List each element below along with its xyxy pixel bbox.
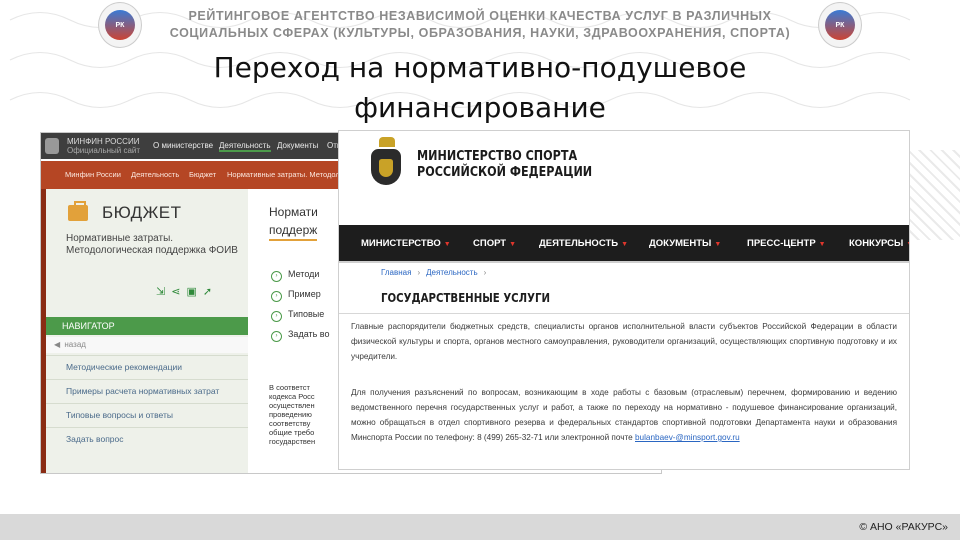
nav-item-recommendations[interactable]: Методические рекомендации (46, 355, 248, 378)
nav-item-examples[interactable]: Примеры расчета нормативных затрат (46, 379, 248, 402)
ministry-title-1: МИНИСТЕРСТВО СПОРТА (417, 149, 578, 164)
nav-label: ДОКУМЕНТЫ (649, 238, 712, 249)
arrow-circle-icon: › (271, 291, 282, 302)
back-label: назад (64, 340, 86, 349)
nav-label: ПРЕСС-ЦЕНТР (747, 238, 816, 249)
nav-label: ДЕЯТЕЛЬНОСТЬ (539, 238, 619, 249)
minsport-breadcrumb: Главная › Деятельность › (381, 268, 492, 277)
main-heading-1: Нормати (269, 205, 318, 219)
copyright: © АНО «РАКУРС» (859, 521, 948, 533)
agency-name: РЕЙТИНГОВОЕ АГЕНТСТВО НЕЗАВИСИМОЙ ОЦЕНКИ… (160, 8, 800, 42)
crumb-separator: › (417, 268, 421, 277)
navigator-label: НАВИГАТОР (62, 321, 115, 331)
navigator-header: НАВИГАТОР (46, 317, 248, 335)
nav-ministry[interactable]: МИНИСТЕРСТВО ▼ (361, 238, 451, 249)
email-link[interactable]: bulanbaev-@minsport.gov.ru (635, 433, 740, 442)
divider (339, 313, 909, 314)
chevron-down-icon: ▼ (714, 241, 722, 248)
minfin-menu-activity[interactable]: Деятельность (219, 141, 271, 152)
section-subtitle: Нормативные затраты. Методологическая по… (66, 233, 238, 256)
minsport-content-screenshot: Главная › Деятельность › ГОСУДАРСТВЕННЫЕ УС… (338, 262, 910, 470)
main-list-item[interactable]: › Пример (271, 289, 321, 302)
nav-label: МИНИСТЕРСТВО (361, 238, 441, 249)
coat-of-arms-icon (361, 135, 413, 201)
main-list-item[interactable]: › Методи (271, 269, 319, 282)
export-icon[interactable]: ⇲ (156, 286, 171, 298)
minfin-menu-ministry[interactable]: О министерстве (153, 141, 213, 150)
list-item-label: Методи (288, 269, 320, 279)
crown-shape (379, 137, 395, 147)
main-list-item[interactable]: › Типовые (271, 309, 324, 322)
nav-label: СПОРТ (473, 238, 507, 249)
crumb-activity[interactable]: Деятельность (426, 268, 478, 277)
nav-item-label: Типовые вопросы и ответы (66, 410, 173, 420)
list-item-label: Задать во (288, 329, 330, 339)
title-line-2: финансирование (354, 91, 606, 124)
minfin-brand-name[interactable]: МИНФИН РОССИИ (67, 137, 140, 146)
navigator-back[interactable]: ◀ назад (46, 337, 248, 353)
nav-press[interactable]: ПРЕСС-ЦЕНТР ▼ (747, 238, 826, 249)
minfin-emblem-icon (45, 138, 59, 154)
ministry-title[interactable]: МИНИСТЕРСТВО СПОРТА РОССИЙСКОЙ ФЕДЕРАЦИИ (417, 149, 592, 181)
agency-line-1: РЕЙТИНГОВОЕ АГЕНТСТВО НЕЗАВИСИМОЙ ОЦЕНКИ… (188, 9, 772, 23)
title-line-1: Переход на нормативно-подушевое (213, 51, 747, 84)
main-heading-2: поддерж (269, 221, 318, 241)
chevron-down-icon: ▼ (509, 241, 517, 248)
share-icon[interactable]: ⋖ (171, 286, 186, 298)
minfin-left-panel: БЮДЖЕТ Нормативные затраты. Методологиче… (46, 189, 248, 473)
paragraph-contacts-text: Для получения разъяснений по вопросам, в… (351, 388, 897, 442)
arrow-circle-icon: › (271, 331, 282, 342)
minsport-header-screenshot: МИНИСТЕРСТВО СПОРТА РОССИЙСКОЙ ФЕДЕРАЦИИ… (338, 130, 910, 262)
ministry-title-2: РОССИЙСКОЙ ФЕДЕРАЦИИ (417, 165, 593, 180)
agency-line-2: СОЦИАЛЬНЫХ СФЕРАХ (КУЛЬТУРЫ, ОБРАЗОВАНИЯ… (169, 26, 791, 40)
crumb-separator: › (483, 268, 487, 277)
print-icon[interactable]: ▣ (186, 286, 202, 298)
agency-logo-right: РК (818, 2, 862, 48)
main-list-item[interactable]: › Задать во (271, 329, 330, 342)
list-item-label: Пример (288, 289, 321, 299)
shield-shape (379, 159, 393, 177)
briefcase-icon (68, 201, 88, 221)
minfin-brand: МИНФИН РОССИИ Официальный сайт (67, 137, 140, 155)
minfin-crumb-current[interactable]: Нормативные затраты. Методол (227, 170, 340, 179)
minfin-crumb-budget[interactable]: Бюджет (189, 170, 216, 179)
nav-item-label: Методические рекомендации (66, 362, 182, 372)
chevron-down-icon: ▼ (906, 241, 909, 248)
section-title: БЮДЖЕТ (102, 203, 182, 222)
footer-bar: © АНО «РАКУРС» (0, 514, 960, 540)
minfin-menu-documents[interactable]: Документы (277, 141, 318, 150)
nav-item-label: Задать вопрос (66, 434, 124, 444)
minsport-navbar: МИНИСТЕРСТВО ▼ СПОРТ ▼ ДЕЯТЕЛЬНОСТЬ ▼ ДОКУМ… (339, 225, 909, 261)
paragraph-contacts: Для получения разъяснений по вопросам, в… (351, 385, 897, 445)
chevron-down-icon: ▼ (818, 241, 826, 248)
nav-item-label: Примеры расчета нормативных затрат (66, 386, 220, 396)
nav-activity[interactable]: ДЕЯТЕЛЬНОСТЬ ▼ (539, 238, 628, 249)
edge-decoration (906, 150, 960, 240)
nav-sport[interactable]: СПОРТ ▼ (473, 238, 516, 249)
back-arrow-icon: ◀ (54, 340, 61, 349)
send-icon[interactable]: ➚ (203, 286, 218, 298)
share-tools: ⇲⋖▣➚ (156, 285, 218, 298)
crumb-home[interactable]: Главная (381, 268, 411, 277)
minfin-brand-sub: Официальный сайт (67, 146, 141, 155)
arrow-circle-icon: › (271, 271, 282, 282)
main-text-fragment: В соответст кодекса Росс осуществлен про… (269, 383, 316, 446)
chevron-down-icon: ▼ (443, 241, 451, 248)
nav-documents[interactable]: ДОКУМЕНТЫ ▼ (649, 238, 721, 249)
list-item-label: Типовые (288, 309, 325, 319)
paragraph-audience: Главные распорядители бюджетных средств,… (351, 322, 897, 361)
agency-logo-left: РК (98, 2, 142, 48)
minfin-crumb-home[interactable]: Минфин России (65, 170, 121, 179)
chevron-down-icon: ▼ (621, 241, 629, 248)
nav-item-ask[interactable]: Задать вопрос (46, 427, 248, 450)
page-title: ГОСУДАРСТВЕННЫЕ УСЛУГИ (381, 291, 551, 305)
minfin-crumb-activity[interactable]: Деятельность (131, 170, 179, 179)
nav-label: КОНКУРСЫ (849, 238, 904, 249)
nav-contests[interactable]: КОНКУРСЫ▼ (849, 238, 909, 249)
arrow-circle-icon: › (271, 311, 282, 322)
nav-item-faq[interactable]: Типовые вопросы и ответы (46, 403, 248, 426)
slide-title: Переход на нормативно-подушевое финансир… (120, 48, 840, 128)
